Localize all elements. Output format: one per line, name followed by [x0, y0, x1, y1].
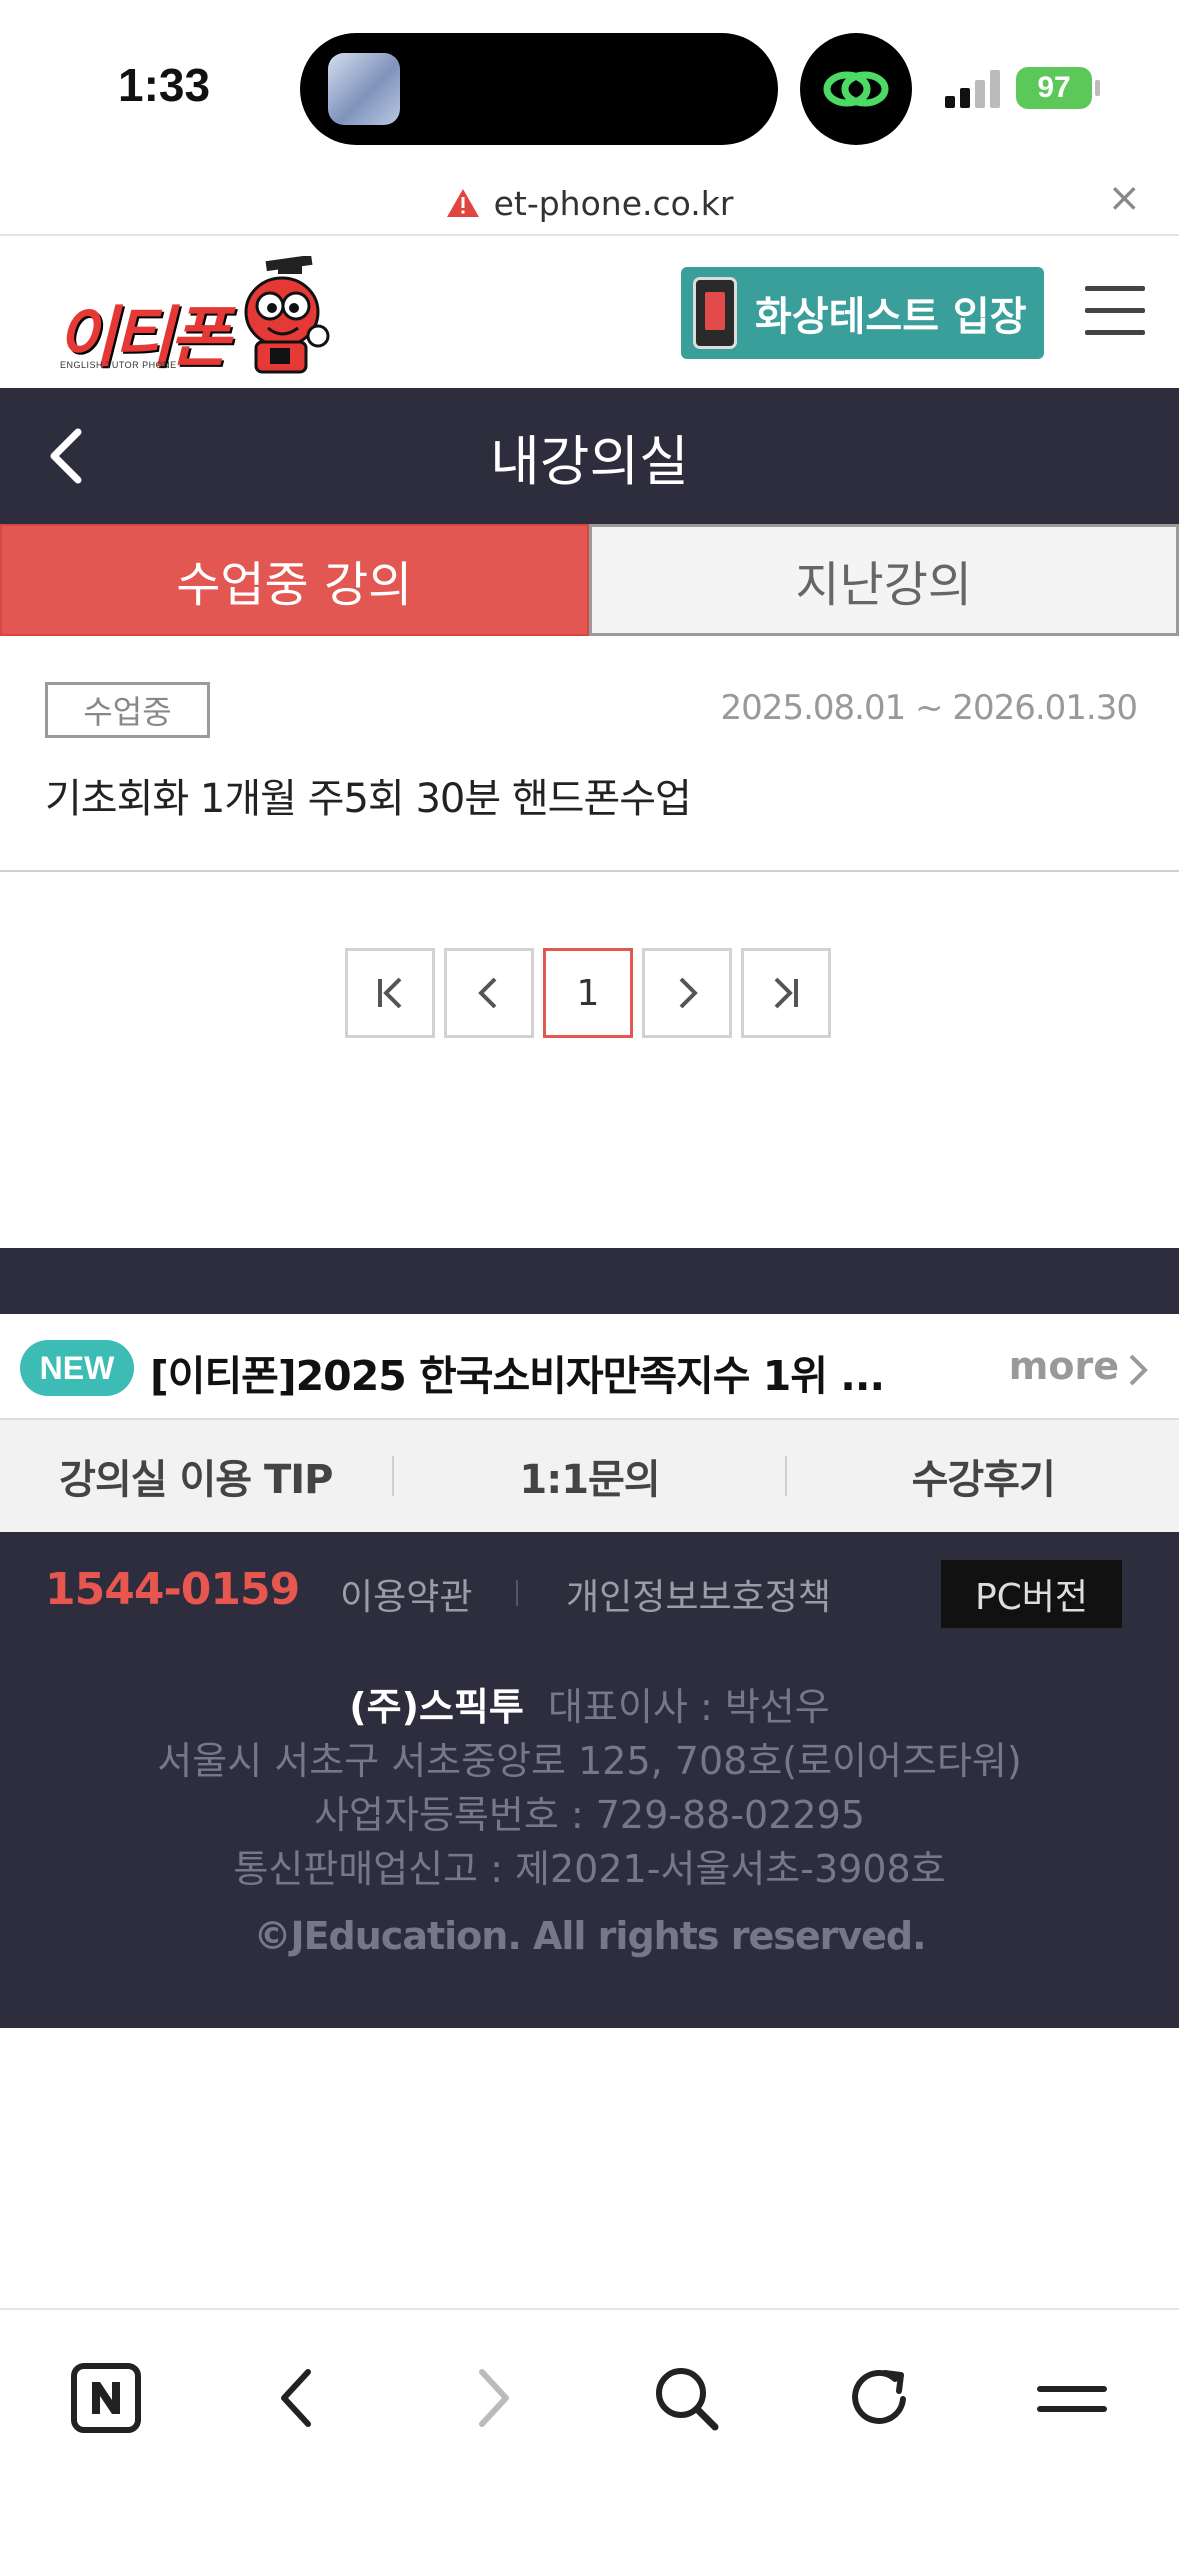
pagination: 1: [345, 948, 833, 1038]
company-info: (주)스픽투 대표이사 : 박선우 서울시 서초구 서초중앙로 125, 708…: [0, 1680, 1179, 1896]
link-bubble[interactable]: [800, 33, 912, 145]
phone-icon: [693, 277, 737, 349]
company-address: 서울시 서초구 서초중앙로 125, 708호(로이어즈타워): [157, 1739, 1022, 1783]
pc-version-button[interactable]: PC버전: [941, 1560, 1122, 1628]
more-link[interactable]: more: [1009, 1344, 1119, 1388]
forward-chevron-icon: [479, 2369, 509, 2427]
naver-home-button[interactable]: [56, 2348, 156, 2448]
search-button[interactable]: [636, 2348, 736, 2448]
app-thumbnail-icon: [328, 53, 400, 125]
footer-band: [0, 1248, 1179, 1314]
site-footer: 1544-0159 이용약관 개인정보보호정책 PC버전 (주)스픽투 대표이사…: [0, 1532, 1179, 2028]
naver-n-icon: [71, 2363, 141, 2433]
video-test-label: 화상테스트 입장: [755, 294, 1027, 340]
status-badge: 수업중: [45, 682, 210, 738]
link-icon: [823, 71, 889, 107]
lecture-period: 2025.08.01 ~ 2026.01.30: [720, 688, 1138, 728]
prev-page-button[interactable]: [444, 948, 534, 1038]
back-chevron-icon: [281, 2369, 311, 2427]
address-bar[interactable]: et-phone.co.kr: [0, 172, 1179, 234]
battery-tip: [1095, 80, 1100, 96]
lecture-item[interactable]: 수업중 2025.08.01 ~ 2026.01.30 기초회화 1개월 주5회…: [0, 636, 1179, 872]
close-icon[interactable]: ×: [1107, 178, 1141, 218]
page-number-button[interactable]: 1: [543, 948, 633, 1038]
footer-links: 강의실 이용 TIP 1:1문의 수강후기: [0, 1420, 1179, 1532]
menu-button[interactable]: [1022, 2348, 1122, 2448]
new-badge: NEW: [20, 1340, 134, 1396]
chevron-right-icon: [679, 977, 698, 1009]
signal-icon: [945, 68, 1001, 108]
course-name[interactable]: 기초회화 1개월 주5회 30분 핸드폰수업: [45, 766, 692, 824]
notice-bar[interactable]: NEW [이티폰]2025 한국소비자만족지수 1위 ... more: [0, 1314, 1179, 1420]
url-text: et-phone.co.kr: [493, 183, 734, 223]
site-logo[interactable]: 이티폰 ENGLISH TUTOR PHONE: [56, 256, 336, 376]
tab-past-lectures[interactable]: 지난강의: [588, 524, 1179, 636]
first-page-icon: [378, 977, 402, 1009]
customer-phone[interactable]: 1544-0159: [45, 1564, 300, 1615]
reload-button[interactable]: [830, 2348, 930, 2448]
back-icon[interactable]: [40, 424, 96, 488]
mascot-icon: [244, 256, 330, 374]
battery-indicator: 97: [1016, 67, 1092, 109]
status-bar: 1:33 97: [0, 0, 1179, 175]
privacy-link[interactable]: 개인정보보호정책: [566, 1568, 831, 1620]
copyright: ©JEducation. All rights reserved.: [253, 1914, 926, 1958]
last-page-button[interactable]: [741, 948, 831, 1038]
company-line: (주)스픽투 대표이사 : 박선우: [0, 1680, 1179, 1734]
link-reviews[interactable]: 수강후기: [787, 1447, 1179, 1505]
company-ceo: 대표이사 : 박선우: [548, 1685, 830, 1729]
last-page-icon: [774, 977, 798, 1009]
chevron-left-icon: [478, 977, 497, 1009]
terms-link[interactable]: 이용약관: [340, 1568, 472, 1620]
hamburger-menu-icon[interactable]: [1085, 286, 1145, 336]
lecture-tabs: 수업중 강의 지난강의: [0, 524, 1179, 636]
company-name: (주)스픽투: [349, 1685, 524, 1729]
menu-icon: [1037, 2386, 1107, 2412]
forward-button[interactable]: [442, 2348, 542, 2448]
mail-order-number: 통신판매업신고 : 제2021-서울서초-3908호: [233, 1847, 946, 1891]
link-classroom-tip[interactable]: 강의실 이용 TIP: [0, 1447, 392, 1505]
business-number: 사업자등록번호 : 729-88-02295: [314, 1793, 865, 1837]
notice-text[interactable]: [이티폰]2025 한국소비자만족지수 1위 ...: [150, 1342, 885, 1402]
site-header: 이티폰 ENGLISH TUTOR PHONE 화상테스트 입장: [0, 236, 1179, 388]
dynamic-island: [300, 33, 778, 145]
first-page-button[interactable]: [345, 948, 435, 1038]
battery-level: 97: [1037, 71, 1071, 104]
link-inquiry[interactable]: 1:1문의: [394, 1447, 786, 1505]
next-page-button[interactable]: [642, 948, 732, 1038]
chevron-right-icon: [1129, 1354, 1148, 1386]
search-icon: [656, 2368, 719, 2431]
logo-subtitle: ENGLISH TUTOR PHONE: [60, 360, 177, 370]
back-button[interactable]: [248, 2348, 348, 2448]
warning-icon: [446, 189, 479, 217]
page-title-bar: 내강의실: [0, 388, 1179, 524]
page-title: 내강의실: [490, 429, 689, 493]
video-test-button[interactable]: 화상테스트 입장: [681, 267, 1044, 359]
reload-icon: [852, 2370, 906, 2424]
browser-toolbar: [0, 2308, 1179, 2556]
divider: [516, 1580, 518, 1606]
tab-current-lectures[interactable]: 수업중 강의: [0, 524, 589, 636]
status-time: 1:33: [118, 59, 211, 111]
